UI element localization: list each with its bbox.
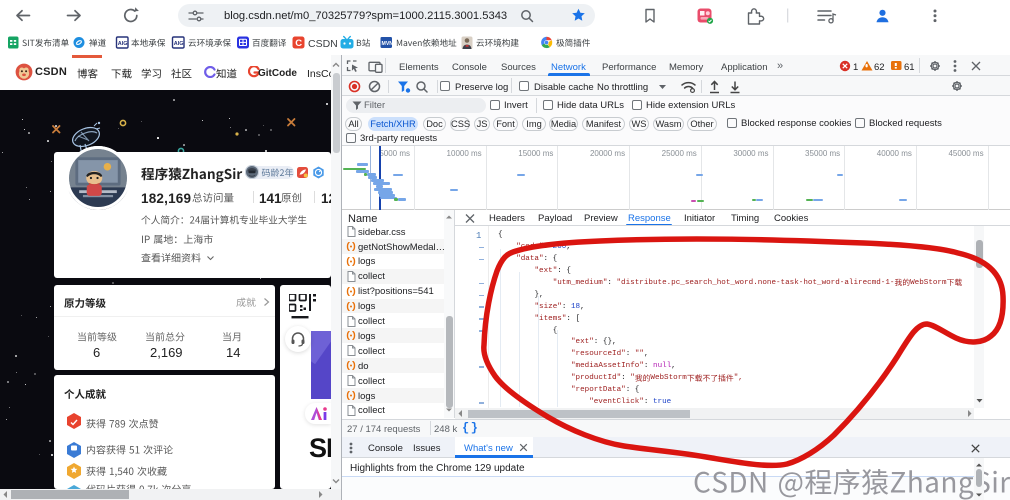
svg-text:MVN: MVN [382, 41, 394, 47]
svg-text:AIG: AIG [118, 41, 128, 47]
svg-text:AIG: AIG [174, 41, 184, 47]
svg-text:C: C [295, 38, 302, 49]
